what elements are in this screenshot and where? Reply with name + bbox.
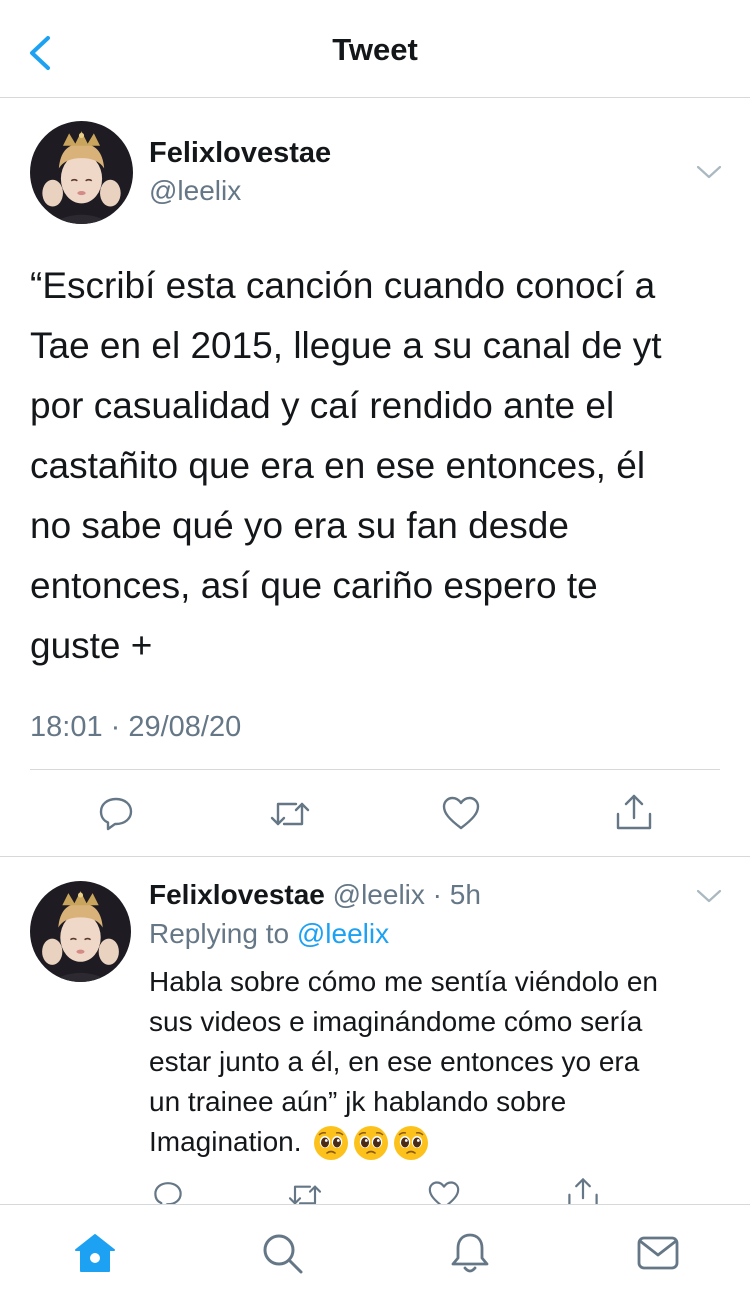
search-icon xyxy=(263,1234,303,1274)
retweet-button[interactable] xyxy=(268,796,312,837)
author-name[interactable]: Felixlovestae xyxy=(149,137,331,170)
notifications-icon xyxy=(451,1233,489,1273)
reply-text-line: un trainee aún” jk hablando sobre xyxy=(149,1086,567,1117)
reply-text-line: Imagination. xyxy=(149,1122,729,1164)
tab-bar xyxy=(0,1204,750,1303)
retweet-icon xyxy=(270,802,310,826)
avatar[interactable] xyxy=(30,881,131,982)
replying-to: Replying to @leelix xyxy=(149,918,389,950)
tweet-text: “Escribí esta canción cuando conocí a Ta… xyxy=(30,256,730,676)
chevron-down-icon xyxy=(696,889,722,903)
like-button[interactable] xyxy=(441,795,481,836)
reply-icon xyxy=(99,797,133,831)
profile-photo xyxy=(30,121,133,224)
reply-text-line: estar junto a él, en ese entonces yo era xyxy=(149,1046,640,1077)
reply-handle-time: @leelix · 5h xyxy=(324,879,481,910)
share-button[interactable] xyxy=(614,792,654,837)
tweet-text-line: castañito que era en ese entonces, él xyxy=(30,445,646,486)
author-handle[interactable]: @leelix xyxy=(149,175,241,207)
divider xyxy=(0,856,750,857)
like-icon xyxy=(442,796,480,830)
tweet-timestamp: 18:01 · 29/08/20 xyxy=(30,711,242,743)
messages-icon xyxy=(637,1236,679,1270)
reply-text-line: sus videos e imaginándome cómo sería xyxy=(149,1006,643,1037)
divider xyxy=(30,769,720,770)
avatar[interactable] xyxy=(30,121,133,224)
pleading-face-icon xyxy=(314,1125,349,1160)
tweet-text-line: Tae en el 2015, llegue a su canal de yt xyxy=(30,325,662,366)
tweet-options-button[interactable] xyxy=(696,164,722,180)
tab-search[interactable] xyxy=(258,1229,306,1277)
emoji-group xyxy=(309,1124,429,1164)
reply-options-button[interactable] xyxy=(696,888,722,904)
tweet-text-line: guste + xyxy=(30,625,153,666)
replying-to-mention[interactable]: @leelix xyxy=(297,918,389,949)
tweet-text-line: “Escribí esta canción cuando conocí a xyxy=(30,265,656,306)
tab-home[interactable] xyxy=(71,1229,119,1277)
tweet-text-line: entonces, así que cariño espero te xyxy=(30,565,598,606)
home-icon xyxy=(75,1234,115,1272)
profile-photo xyxy=(30,881,131,982)
chevron-down-icon xyxy=(696,165,722,179)
top-bar: Tweet xyxy=(0,0,750,98)
tweet-text-line: no sabe qué yo era su fan desde xyxy=(30,505,569,546)
tab-messages[interactable] xyxy=(634,1229,682,1277)
reply-text-last: Imagination. xyxy=(149,1126,310,1157)
replying-to-label: Replying to xyxy=(149,918,297,949)
share-icon xyxy=(616,794,652,830)
page-title: Tweet xyxy=(332,32,418,67)
tweet-text-line: por casualidad y caí rendido ante el xyxy=(30,385,615,426)
reply-text: Habla sobre cómo me sentía viéndolo en s… xyxy=(149,962,729,1164)
reply-author-name[interactable]: Felixlovestae xyxy=(149,879,325,910)
reply-button[interactable] xyxy=(97,794,135,837)
tab-notifications[interactable] xyxy=(446,1229,494,1277)
pleading-face-icon xyxy=(394,1125,429,1160)
reply-text-line: Habla sobre cómo me sentía viéndolo en xyxy=(149,966,658,997)
pleading-face-icon xyxy=(354,1125,389,1160)
reply-header: Felixlovestae @leelix · 5h xyxy=(149,879,481,911)
